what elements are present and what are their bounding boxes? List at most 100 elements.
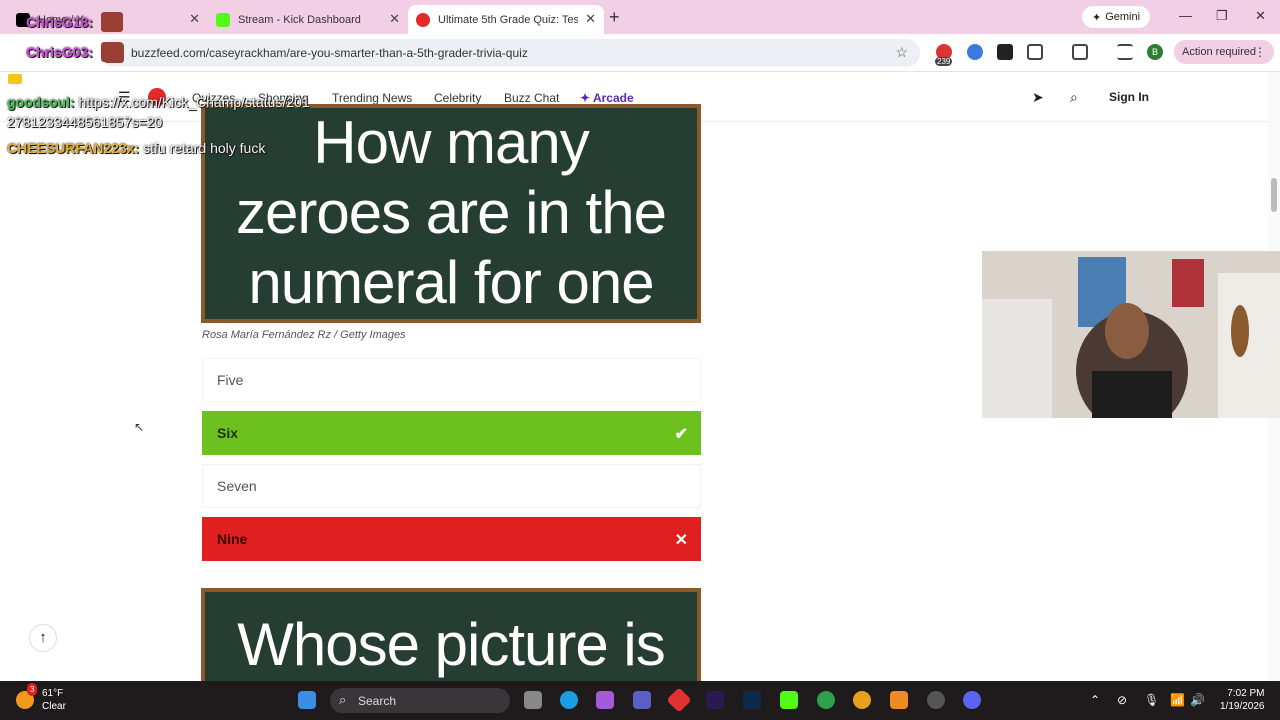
minimize-button[interactable]: — [1179,8,1192,23]
checkmark-icon: ✔ [674,426,688,443]
answer-option-correct[interactable]: Six ✔ [202,411,701,455]
chrome-icon[interactable] [853,691,871,709]
weather-condition: Clear [42,701,66,712]
obs-icon[interactable] [927,691,945,709]
tab-kick-dashboard[interactable]: Stream - Kick Dashboard ✕ [208,5,408,34]
search-icon: ⌕ [339,692,347,707]
chevron-up-icon[interactable]: ⌃ [1090,693,1100,707]
next-question-image: Whose picture is [201,588,701,688]
menu-dots-icon[interactable]: ⋮ [1254,45,1266,59]
task-view-icon[interactable] [524,691,542,709]
bookmark-star-icon[interactable]: ☆ [895,44,908,61]
chat-username: goodsoul: [7,94,75,110]
answer-option-wrong[interactable]: Nine ✕ [202,517,701,561]
x-mark-icon: ✕ [674,532,688,549]
question-image: How many zeroes are in the numeral for o… [201,104,701,323]
premiere-icon[interactable] [706,691,724,709]
taskbar: 3 61°F Clear ⌕ Search ⌃ ⊘ 🎙 📶 🔊 7:02 PM … [0,681,1280,720]
chrome-icon[interactable] [817,691,835,709]
discord-icon[interactable] [963,691,981,709]
kick-logo-icon [216,12,230,27]
close-icon[interactable]: ✕ [585,11,596,27]
chat-message: ChrisG18: [26,14,93,30]
scrollbar-thumb[interactable] [1271,178,1277,212]
system-clock[interactable]: 7:02 PM 1/19/2026 [1220,687,1265,713]
answer-label: Five [217,372,244,388]
extension-icon[interactable] [967,44,983,60]
temperature: 61°F [42,688,64,699]
scroll-to-top-button[interactable]: ↑ [29,624,57,652]
chat-avatar [101,42,123,62]
extension-icon[interactable] [997,44,1013,60]
tab-label: Ultimate 5th Grade Quiz: Test Y [438,13,578,26]
search-icon[interactable]: ⌕ [1070,89,1078,106]
send-icon[interactable]: ➤ [1032,89,1044,106]
crown-icon [8,74,22,84]
screen-search-icon[interactable] [1072,44,1088,60]
answer-option[interactable]: Five [202,358,701,402]
app-icon[interactable] [890,691,908,709]
chat-message: CHEESURFAN223x: stfu retard holy fuck [7,140,265,156]
copilot-icon[interactable] [596,691,614,709]
taskbar-search[interactable]: ⌕ Search [330,688,510,713]
chat-username: CHEESURFAN223x: [7,140,140,156]
action-required-button[interactable]: Action required ⋮ [1174,40,1274,64]
sign-in-link[interactable]: Sign In [1109,90,1149,104]
sparkle-icon: ✦ [1091,11,1102,24]
webcam-image [982,251,1280,418]
gemini-button[interactable]: ✦ Gemini [1082,6,1150,28]
next-question-image-text: Whose picture is [237,611,666,678]
webcam-overlay [982,251,1280,418]
extension-badge: 239 [935,57,953,66]
teams-icon[interactable] [633,691,651,709]
tab-label: Stream - Kick Dashboard [238,13,361,26]
mouse-cursor-icon: ↖ [134,420,145,434]
date: 1/19/2026 [1220,701,1265,712]
answer-label: Six [217,425,239,441]
buzzfeed-logo-icon [416,12,430,27]
puzzle-icon[interactable] [1027,44,1043,60]
restore-button[interactable]: ❐ [1216,8,1228,24]
nav-link-trending-news[interactable]: Trending News [332,91,412,105]
app-icon[interactable] [666,687,692,713]
search-placeholder: Search [358,693,397,708]
time: 7:02 PM [1227,688,1265,699]
kick-icon[interactable] [780,691,798,709]
browser-toolbar: buzzfeed.com/caseyrackham/are-you-smarte… [0,34,1280,72]
nav-link-celebrity[interactable]: Celebrity [434,91,481,105]
gemini-label: Gemini [1105,11,1141,23]
volume-icon[interactable]: 🔊 [1190,693,1205,707]
microphone-icon[interactable]: 🎙 [1144,693,1159,707]
wifi-icon[interactable]: 📶 [1170,693,1185,707]
question-image-text: How many zeroes are in the numeral for o… [236,109,667,316]
chat-username: ChrisG03: [26,44,93,60]
windows-start-icon[interactable] [298,691,316,709]
url-text[interactable]: buzzfeed.com/caseyrackham/are-you-smarte… [131,46,528,60]
profile-avatar[interactable]: B [1147,44,1163,60]
photoshop-icon[interactable] [743,691,761,709]
window-close-button[interactable]: ✕ [1255,8,1266,24]
chat-message: goodsoul: https://x.com/Kick_Champ/statu… [7,92,317,132]
answer-label: Seven [217,478,257,494]
network-icon[interactable]: ⊘ [1117,693,1127,707]
new-tab-button[interactable]: + [609,7,620,28]
nav-link-buzz-chat[interactable]: Buzz Chat [504,91,559,105]
sparkle-icon: ✦ [580,91,591,105]
chat-message: ChrisG03: [26,44,93,60]
address-bar[interactable]: buzzfeed.com/caseyrackham/are-you-smarte… [100,39,920,67]
image-credit: Rosa María Fernández Rz / Getty Images [202,329,406,341]
media-controls-icon[interactable] [1117,44,1133,60]
tab-buzzfeed-quiz[interactable]: Ultimate 5th Grade Quiz: Test Y ✕ [408,5,604,34]
chat-username: ChrisG18: [26,14,93,30]
action-required-label: Action required [1182,46,1256,58]
answer-label: Nine [217,531,248,547]
nav-link-arcade[interactable]: ✦ Arcade [580,91,634,105]
close-icon[interactable]: ✕ [189,11,200,27]
chat-text: stfu retard holy fuck [143,140,266,156]
answer-option[interactable]: Seven [202,464,701,508]
arcade-label: Arcade [592,91,634,105]
weather-badge: 3 [27,683,38,696]
close-icon[interactable]: ✕ [389,11,400,27]
edge-icon[interactable] [560,691,578,709]
chat-avatar [101,12,123,32]
